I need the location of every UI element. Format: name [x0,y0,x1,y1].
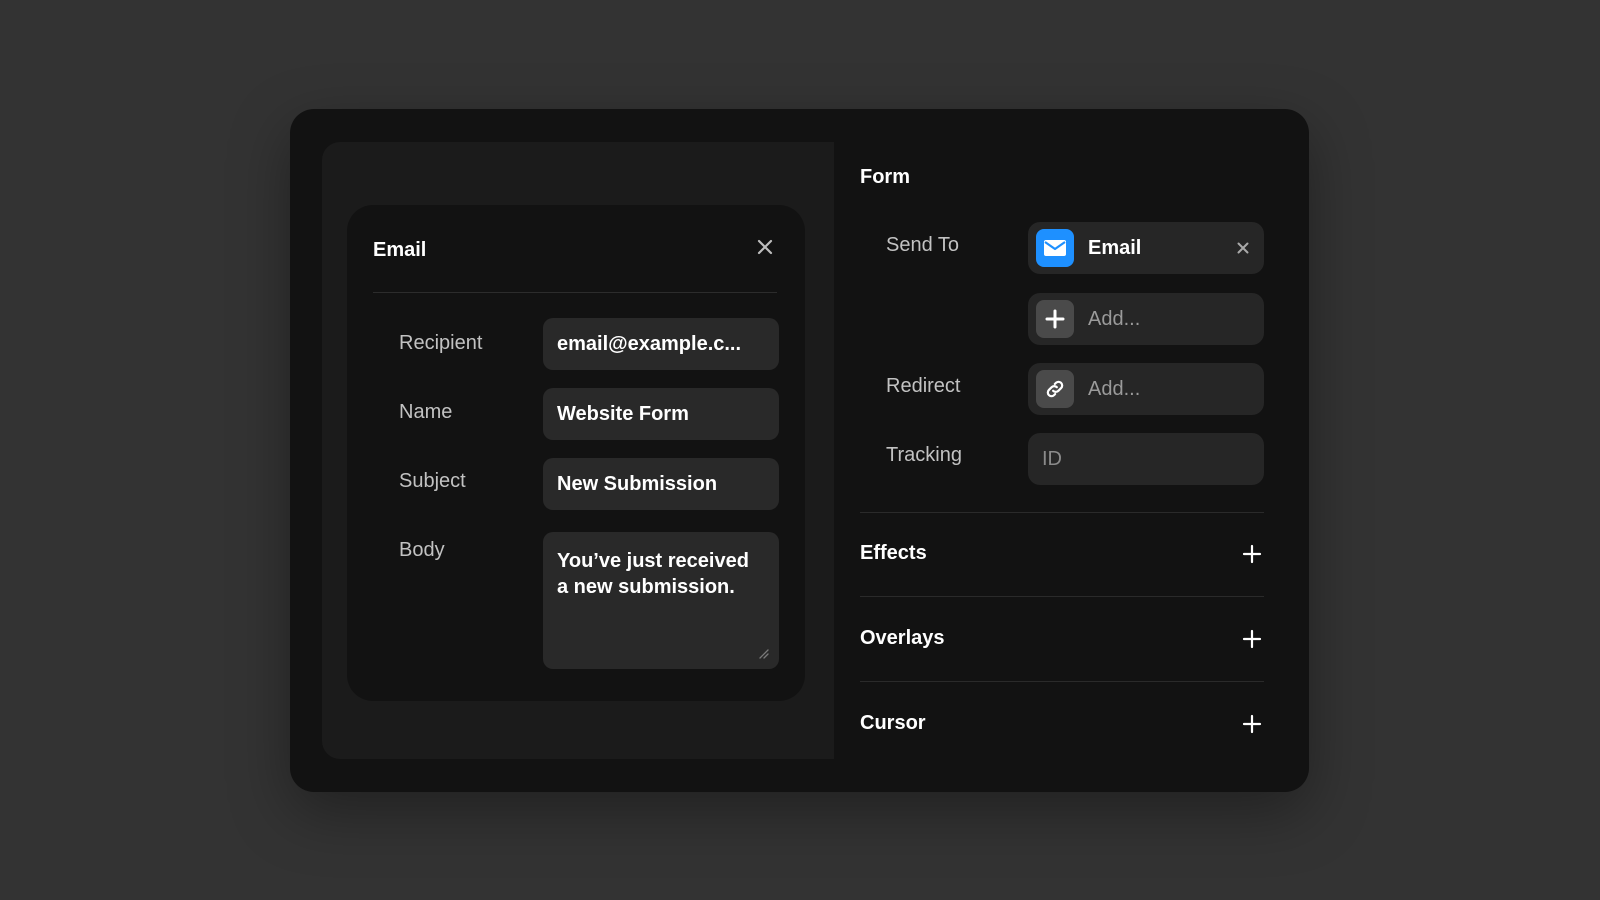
redirect-label: Redirect [886,375,961,397]
redirect-input[interactable]: Add... [1028,363,1264,415]
body-label: Body [399,539,445,561]
name-label: Name [399,401,453,423]
email-card-title: Email [373,239,427,261]
send-to-label: Send To [886,234,960,256]
section-divider [860,681,1264,682]
plus-icon [1242,629,1262,649]
redirect-placeholder: Add... [1088,378,1141,400]
section-divider [860,512,1264,513]
body-text: You’ve just received a new submission. [557,550,749,598]
add-cursor-button[interactable] [1240,712,1264,736]
settings-window: Email Recipient email@example.c... Name … [290,109,1309,792]
overlays-section-title: Overlays [860,627,945,649]
form-section-title: Form [860,166,910,188]
mail-icon [1036,229,1074,267]
resize-handle-icon[interactable] [757,647,769,659]
close-icon [1237,242,1249,254]
email-card-close-button[interactable] [754,236,776,258]
subject-input[interactable]: New Submission [543,458,779,510]
send-to-email-chip[interactable]: Email [1028,222,1264,274]
close-icon [757,239,773,255]
effects-section-title: Effects [860,542,927,564]
link-icon [1036,370,1074,408]
send-to-add-placeholder: Add... [1088,308,1141,330]
send-to-add-button[interactable]: Add... [1028,293,1264,345]
add-effect-button[interactable] [1240,542,1264,566]
recipient-label: Recipient [399,332,483,354]
recipient-input[interactable]: email@example.c... [543,318,779,370]
name-input[interactable]: Website Form [543,388,779,440]
remove-email-button[interactable] [1234,239,1252,257]
form-properties-panel: Form Send To Email Add... Redirect Add..… [860,109,1280,792]
preview-pane: Email Recipient email@example.c... Name … [322,142,834,759]
send-to-email-label: Email [1088,237,1142,259]
subject-label: Subject [399,470,466,492]
cursor-section-title: Cursor [860,712,926,734]
section-divider [860,596,1264,597]
tracking-placeholder: ID [1042,448,1062,470]
tracking-label: Tracking [886,444,962,466]
email-settings-card: Email Recipient email@example.c... Name … [347,205,805,701]
plus-icon [1242,544,1262,564]
plus-icon [1242,714,1262,734]
card-divider [373,292,777,293]
add-overlay-button[interactable] [1240,627,1264,651]
tracking-id-input[interactable]: ID [1028,433,1264,485]
body-textarea[interactable]: You’ve just received a new submission. [543,532,779,669]
plus-icon [1036,300,1074,338]
